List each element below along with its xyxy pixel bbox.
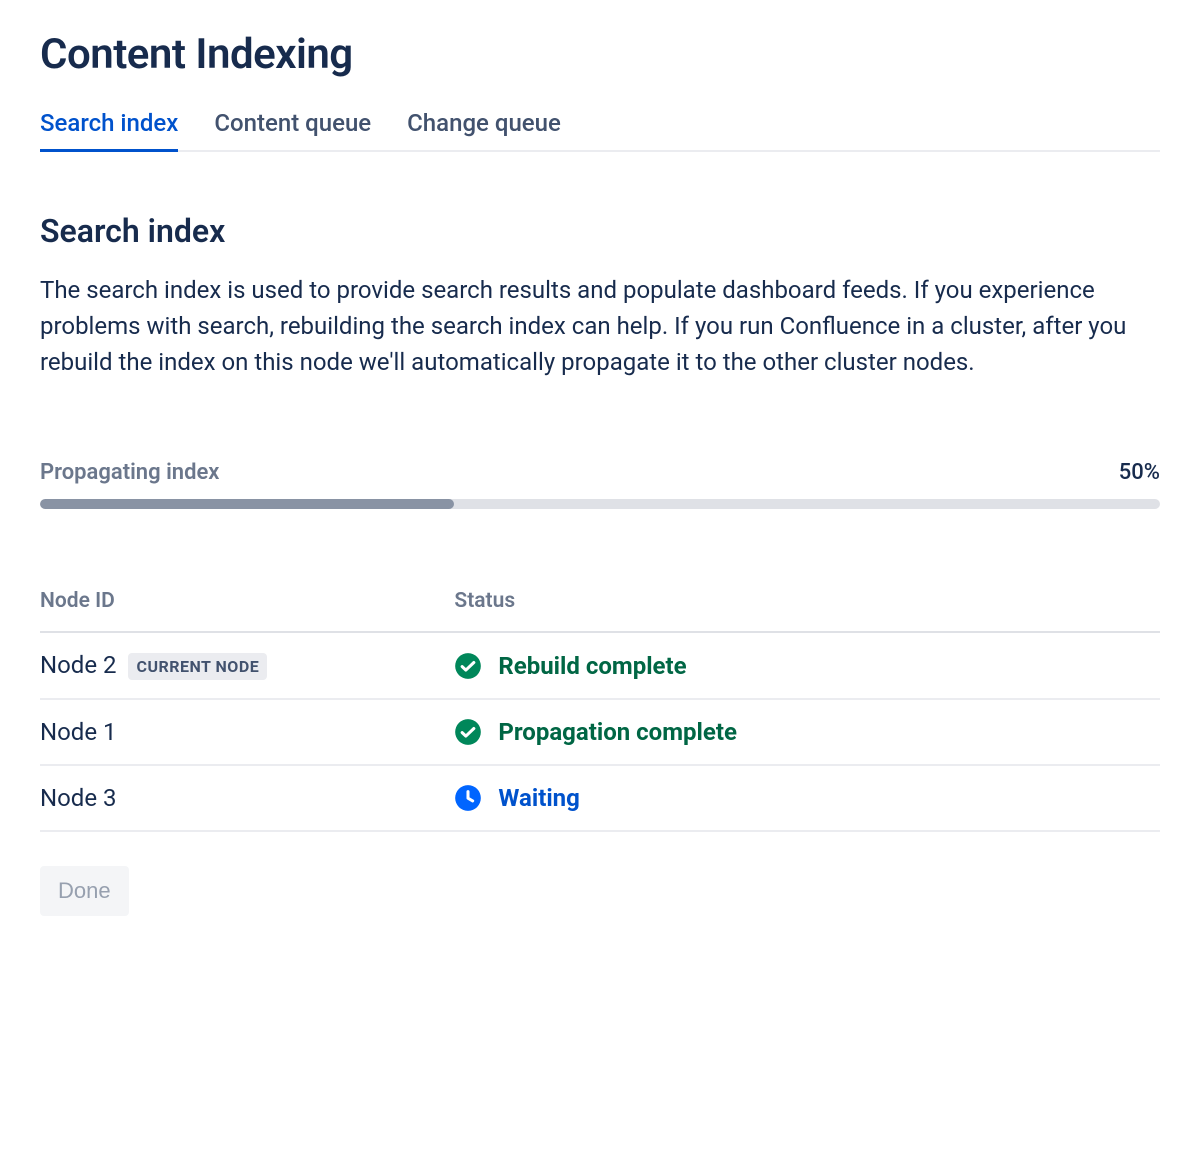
status-text: Waiting (498, 784, 579, 812)
section-title: Search index (40, 212, 1160, 250)
node-id: Node 3 (40, 784, 117, 812)
tab-change-queue[interactable]: Change queue (407, 109, 561, 152)
check-circle-icon (454, 652, 482, 680)
progress-bar (40, 499, 1160, 509)
progress-header: Propagating index 50% (40, 460, 1160, 485)
done-button[interactable]: Done (40, 866, 129, 916)
node-id-cell: Node 3 (40, 765, 454, 831)
progress-fill (40, 499, 454, 509)
col-node-id: Node ID (40, 589, 454, 632)
status-text: Propagation complete (498, 718, 737, 746)
status-cell: Waiting (454, 765, 1160, 831)
page-title: Content Indexing (40, 30, 1160, 79)
clock-icon (454, 784, 482, 812)
tabs: Search index Content queue Change queue (40, 109, 1160, 152)
nodes-tbody: Node 2 CURRENT NODERebuild completeNode … (40, 632, 1160, 831)
table-row: Node 2 CURRENT NODE Rebuild complete (40, 632, 1160, 699)
current-node-badge: CURRENT NODE (128, 653, 267, 680)
section-description: The search index is used to provide sear… (40, 272, 1160, 380)
status-text: Rebuild complete (498, 652, 686, 680)
node-id: Node 2 (40, 651, 117, 679)
nodes-table: Node ID Status Node 2 CURRENT NODE Rebuil… (40, 589, 1160, 832)
progress-percent: 50% (1119, 460, 1160, 485)
table-row: Node 1 Propagation complete (40, 699, 1160, 765)
node-id-cell: Node 1 (40, 699, 454, 765)
check-circle-icon (454, 718, 482, 746)
node-id: Node 1 (40, 718, 117, 746)
progress-label: Propagating index (40, 460, 219, 485)
col-status: Status (454, 589, 1160, 632)
node-id-cell: Node 2 CURRENT NODE (40, 632, 454, 699)
table-row: Node 3 Waiting (40, 765, 1160, 831)
tab-search-index[interactable]: Search index (40, 109, 178, 152)
status-cell: Propagation complete (454, 699, 1160, 765)
tab-content-queue[interactable]: Content queue (214, 109, 371, 152)
status-cell: Rebuild complete (454, 632, 1160, 699)
